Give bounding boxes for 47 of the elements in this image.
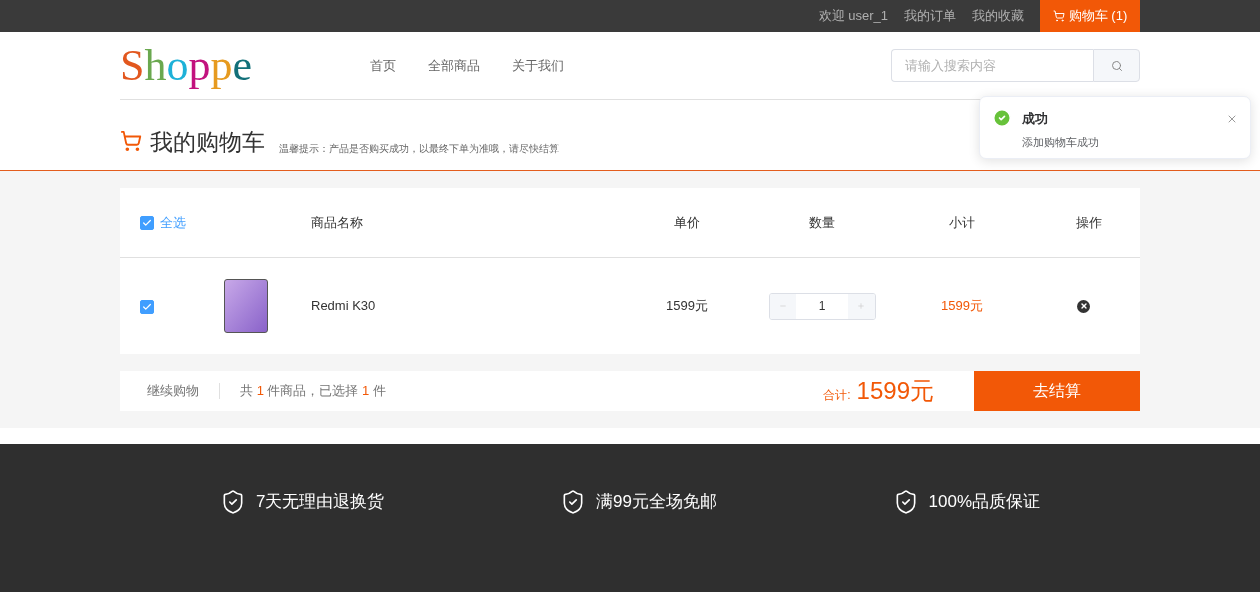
nav-link[interactable]: 首页 (370, 55, 396, 76)
search-icon (1110, 59, 1123, 72)
check-icon (142, 217, 152, 228)
delete-button[interactable] (1077, 299, 1090, 313)
close-icon (1226, 113, 1238, 125)
welcome-text: 欢迎 user_1 (818, 7, 888, 26)
unit-price: 1599元 (665, 297, 709, 316)
column-header: 单价 (673, 213, 701, 232)
product-name[interactable]: Redmi K30 (311, 296, 617, 316)
logo[interactable]: Shoppe (120, 43, 370, 88)
toast-message: 添加购物车成功 (1022, 134, 1099, 150)
column-header: 小计 (948, 213, 976, 232)
quantity-input[interactable]: 1 (796, 293, 848, 319)
column-header: 商品名称 (311, 213, 364, 232)
checkout-button[interactable]: 去结算 (974, 371, 1140, 411)
phone-image (224, 279, 268, 333)
page-title: 我的购物车 (150, 131, 265, 154)
top-link[interactable]: 我的收藏 (972, 6, 1024, 26)
total-label: 合计: (823, 387, 851, 404)
feature-text: 满99元全场免邮 (596, 491, 717, 514)
column-header: 数量 (808, 213, 836, 232)
search-field[interactable]: 请输入搜索内容 (891, 49, 1093, 82)
search-button[interactable] (1093, 49, 1140, 82)
select-all-checkbox[interactable] (140, 215, 154, 230)
close-button[interactable] (1226, 113, 1238, 125)
column-header: 操作 (1074, 213, 1103, 232)
select-all-label[interactable]: 全选 (160, 212, 186, 233)
toast-title: 成功 (1022, 110, 1049, 128)
tip-text: 温馨提示：产品是否购买成功，以最终下单为准哦，请尽快结算 (279, 142, 559, 156)
check-icon (142, 302, 152, 313)
cart-icon (1052, 10, 1065, 22)
nav-link[interactable]: 关于我们 (512, 55, 564, 76)
cart-icon (120, 130, 142, 152)
row-checkbox[interactable] (140, 300, 154, 315)
close-icon (1079, 302, 1088, 310)
quantity-stepper[interactable]: 1 (768, 292, 876, 320)
success-icon (992, 108, 1012, 128)
cart-button[interactable]: 购物车 (1) (1040, 0, 1140, 32)
continue-shopping-link[interactable]: 继续购物 (147, 381, 199, 401)
total-price: 1599元 (856, 376, 934, 406)
feature-text: 7天无理由退换货 (256, 491, 385, 514)
item-count-text: 共 1 件商品，已选择 1 件 (240, 382, 386, 401)
subtotal: 1599元 (940, 297, 984, 316)
feature-text: 100%品质保证 (928, 491, 1040, 514)
nav-link[interactable]: 全部商品 (428, 55, 480, 76)
plus-icon (857, 302, 866, 310)
top-link[interactable]: 我的订单 (904, 6, 956, 26)
